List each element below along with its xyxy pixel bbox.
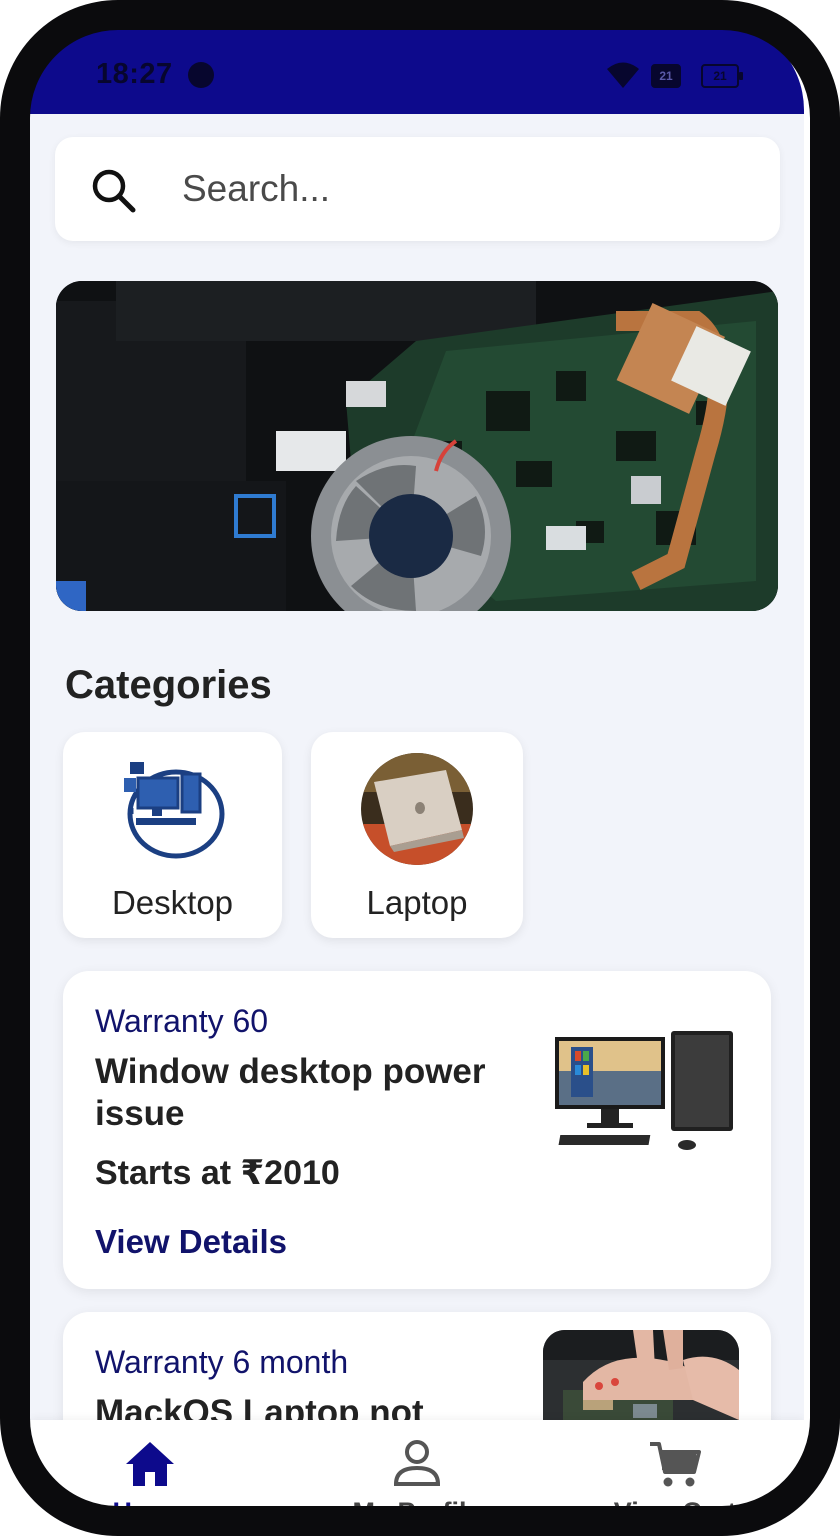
search-input[interactable] [180,163,744,215]
wifi-icon [607,62,639,88]
promo-banner[interactable] [56,281,778,611]
bottom-navigation: Home My Profile View Cart [30,1420,804,1536]
warranty-label: Warranty 6 month [95,1344,349,1380]
service-title: Window desktop power issue [95,1052,486,1133]
status-time: 18:27 [96,58,173,90]
category-card-desktop[interactable]: Desktop [63,732,282,938]
view-details-link[interactable]: View Details [95,1223,287,1261]
laptop-photo [361,753,473,865]
category-card-laptop[interactable]: Laptop [311,732,523,938]
nav-my-profile[interactable]: My Profile [340,1420,494,1536]
app-screen: 18:27 21 21 Search... Categories Desktop… [30,20,804,1536]
category-label-desktop: Desktop [111,884,234,921]
battery-badge: 21 [651,64,681,88]
warranty-label: Warranty 60 [95,1003,269,1039]
service-card[interactable]: Warranty 60 Window desktop power issue S… [63,971,771,1289]
banner-motherboard-image [56,281,778,611]
sync-icon [188,62,214,88]
status-bar: 18:27 21 21 [30,20,804,114]
search-bar[interactable] [55,137,780,241]
desktop-computer-icon [123,762,224,859]
category-label-laptop: Laptop [366,884,468,921]
nav-label-view-cart: View Cart [613,1497,737,1527]
search-icon [92,169,136,213]
nav-view-cart[interactable]: View Cart [608,1420,742,1536]
service-price: Starts at ₹2010 [95,1154,340,1192]
profile-icon [393,1440,441,1486]
nav-home[interactable]: Home [90,1420,210,1536]
desktop-pc-image [555,1031,733,1150]
home-icon [126,1442,174,1486]
nav-label-my-profile: My Profile [352,1497,482,1527]
cart-icon [650,1442,701,1487]
battery-icon: 21 [701,64,743,88]
nav-label-home: Home [112,1497,188,1527]
phone-device: 18:27 21 21 Search... Categories Desktop… [0,0,840,1536]
categories-heading: Categories [65,663,272,707]
